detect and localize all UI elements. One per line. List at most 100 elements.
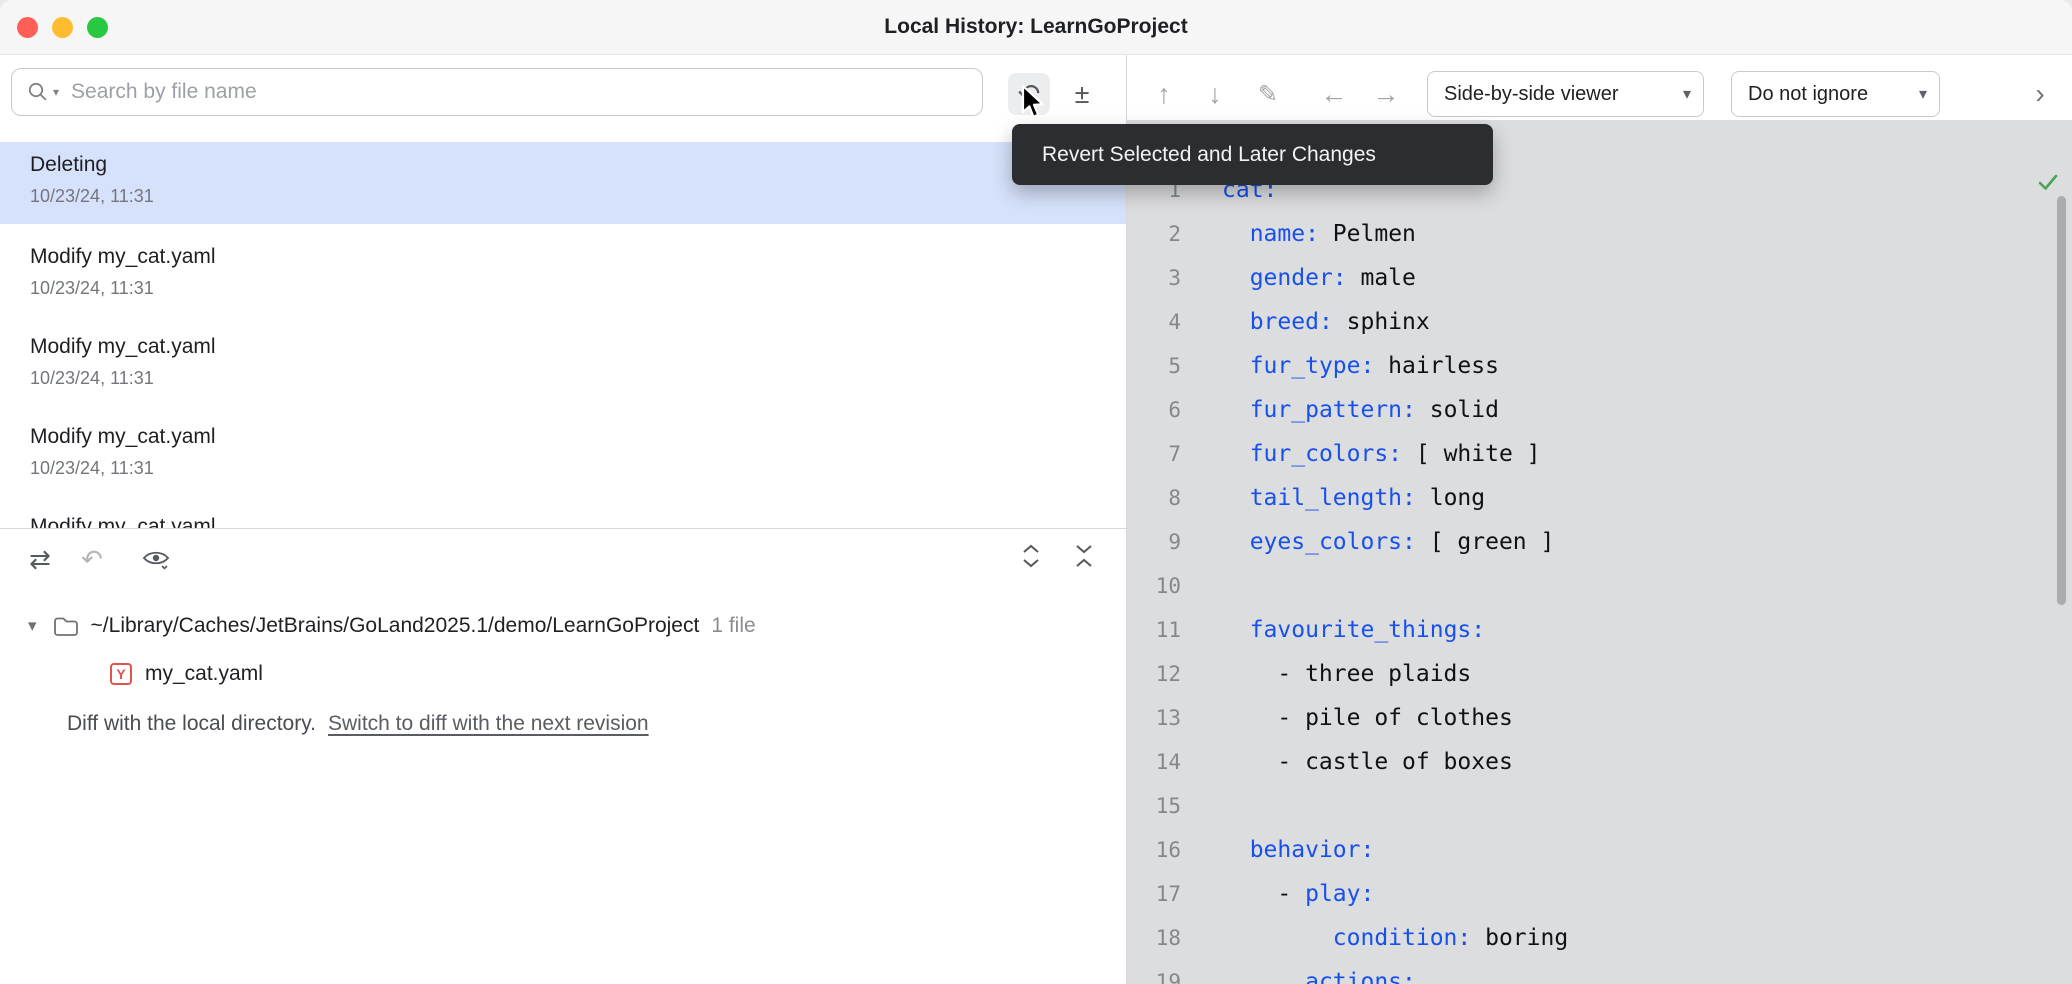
inspections-ok-check-icon[interactable] (2036, 170, 2060, 199)
arrow-right-icon: → (1373, 79, 1400, 110)
code-line: 18 condition: boring (1127, 916, 2072, 960)
previous-difference-button[interactable]: ↑ (1143, 73, 1185, 115)
revision-item[interactable]: Modify my_cat.yaml10/23/24, 11:31 (0, 233, 1126, 323)
revision-item[interactable]: Deleting 10/23/24, 11:31 (0, 142, 1126, 224)
yaml-file-icon: Y (110, 663, 132, 685)
revision-title: Deleting (30, 153, 1126, 177)
code-text: condition: boring (1181, 925, 1568, 951)
line-number: 16 (1127, 838, 1181, 862)
zoom-button[interactable] (87, 17, 108, 38)
switch-diff-link[interactable]: Switch to diff with the next revision (328, 712, 649, 736)
folder-icon (53, 615, 79, 637)
code-line: 9 eyes_colors: [ green ] (1127, 520, 2072, 564)
compare-button[interactable]: ⇄ (22, 541, 58, 577)
code-line: 14 - castle of boxes (1127, 740, 2072, 784)
local-history-window: Local History: LearnGoProject ▾ ↶ ± ↑ ↓ … (0, 0, 2072, 984)
viewer-mode-dropdown[interactable]: Side-by-side viewer ▾ (1427, 71, 1704, 117)
ignore-mode-label: Do not ignore (1748, 83, 1868, 106)
more-options-button[interactable]: › (2022, 76, 2058, 112)
collapse-all-button[interactable] (1066, 541, 1102, 577)
code-text: - castle of boxes (1181, 749, 1513, 775)
details-toolbar: ⇄ ↶ (0, 529, 1126, 589)
file-count: 1 file (711, 614, 755, 638)
code-text: - pile of clothes (1181, 705, 1513, 731)
next-difference-button[interactable]: ↓ (1194, 73, 1236, 115)
line-number: 14 (1127, 750, 1181, 774)
line-number: 12 (1127, 662, 1181, 686)
arrow-down-icon: ↓ (1208, 79, 1222, 110)
edit-source-button[interactable]: ✎ (1247, 73, 1289, 115)
code-text: fur_colors: [ white ] (1181, 441, 1541, 467)
code-line: 17 - play: (1127, 872, 2072, 916)
line-number: 19 (1127, 970, 1181, 984)
code-line: 13 - pile of clothes (1127, 696, 2072, 740)
code-line: 7 fur_colors: [ white ] (1127, 432, 2072, 476)
revision-item[interactable]: Modify my_cat.yaml10/23/24, 11:31 (0, 323, 1126, 413)
eye-icon (142, 548, 170, 570)
code-text: actions: (1181, 969, 1416, 984)
line-number: 2 (1127, 222, 1181, 246)
code-line: 2 name: Pelmen (1127, 212, 2072, 256)
diff-editor-pane: 1cat:2 name: Pelmen3 gender: male4 breed… (1127, 120, 2072, 984)
ignore-mode-dropdown[interactable]: Do not ignore ▾ (1731, 71, 1940, 117)
traffic-lights (17, 17, 108, 38)
diff-note: Diff with the local directory. (67, 712, 316, 736)
rollback-button[interactable]: ↶ (74, 541, 110, 577)
code-text: tail_length: long (1181, 485, 1485, 511)
code-line: 10 (1127, 564, 2072, 608)
code-text: gender: male (1181, 265, 1416, 291)
back-button[interactable]: ← (1313, 73, 1355, 115)
tree-file-row[interactable]: Y my_cat.yaml (0, 652, 1126, 696)
arrow-left-icon: ← (1321, 79, 1348, 110)
create-patch-button[interactable]: ± (1061, 73, 1103, 115)
titlebar: Local History: LearnGoProject (0, 0, 2072, 55)
close-button[interactable] (17, 17, 38, 38)
line-number: 18 (1127, 926, 1181, 950)
line-number: 15 (1127, 794, 1181, 818)
editor-scrollbar[interactable] (2057, 196, 2066, 605)
tree-directory-row[interactable]: ▾ ~/Library/Caches/JetBrains/GoLand2025.… (0, 606, 1126, 646)
revision-date: 10/23/24, 11:31 (30, 458, 1126, 479)
preview-diff-button[interactable] (138, 541, 174, 577)
code-line: 6 fur_pattern: solid (1127, 388, 2072, 432)
revision-item[interactable]: Modify my_cat.yaml (0, 503, 1126, 528)
line-number: 13 (1127, 706, 1181, 730)
revision-date: 10/23/24, 11:31 (30, 368, 1126, 389)
code-text: eyes_colors: [ green ] (1181, 529, 1554, 555)
code-text: fur_type: hairless (1181, 353, 1499, 379)
search-input[interactable] (59, 80, 982, 104)
chevron-down-icon: ▾ (1683, 84, 1691, 104)
search-field: ▾ (11, 68, 983, 116)
rollback-icon: ↶ (81, 544, 103, 575)
minimize-button[interactable] (52, 17, 73, 38)
line-number: 4 (1127, 310, 1181, 334)
forward-button[interactable]: → (1365, 73, 1407, 115)
code-line: 5 fur_type: hairless (1127, 344, 2072, 388)
line-number: 9 (1127, 530, 1181, 554)
line-number: 7 (1127, 442, 1181, 466)
fold-icon (1072, 542, 1096, 577)
code-text: favourite_things: (1181, 617, 1485, 643)
revision-title: Modify my_cat.yaml (30, 515, 1126, 528)
expand-all-button[interactable] (1013, 541, 1049, 577)
revision-date: 10/23/24, 11:31 (30, 186, 1126, 207)
code-text: - three plaids (1181, 661, 1471, 687)
revision-date: 10/23/24, 11:31 (30, 278, 1126, 299)
revision-title: Modify my_cat.yaml (30, 425, 1126, 449)
chevron-down-icon: ▾ (1919, 84, 1927, 104)
code-line: 19 actions: (1127, 960, 2072, 984)
expand-chevron-icon[interactable]: ▾ (28, 616, 37, 636)
code-line: 16 behavior: (1127, 828, 2072, 872)
code-text: name: Pelmen (1181, 221, 1416, 247)
revert-tooltip: Revert Selected and Later Changes (1012, 124, 1493, 185)
code-line: 11 favourite_things: (1127, 608, 2072, 652)
code-line: 4 breed: sphinx (1127, 300, 2072, 344)
line-number: 3 (1127, 266, 1181, 290)
code-line: 15 (1127, 784, 2072, 828)
mouse-cursor (1020, 84, 1048, 125)
code-line: 8 tail_length: long (1127, 476, 2072, 520)
code-line: 12 - three plaids (1127, 652, 2072, 696)
unfold-icon (1019, 542, 1043, 577)
chevron-right-icon: › (2035, 78, 2044, 110)
revision-item[interactable]: Modify my_cat.yaml 10/23/24, 11:31 (0, 413, 1126, 503)
